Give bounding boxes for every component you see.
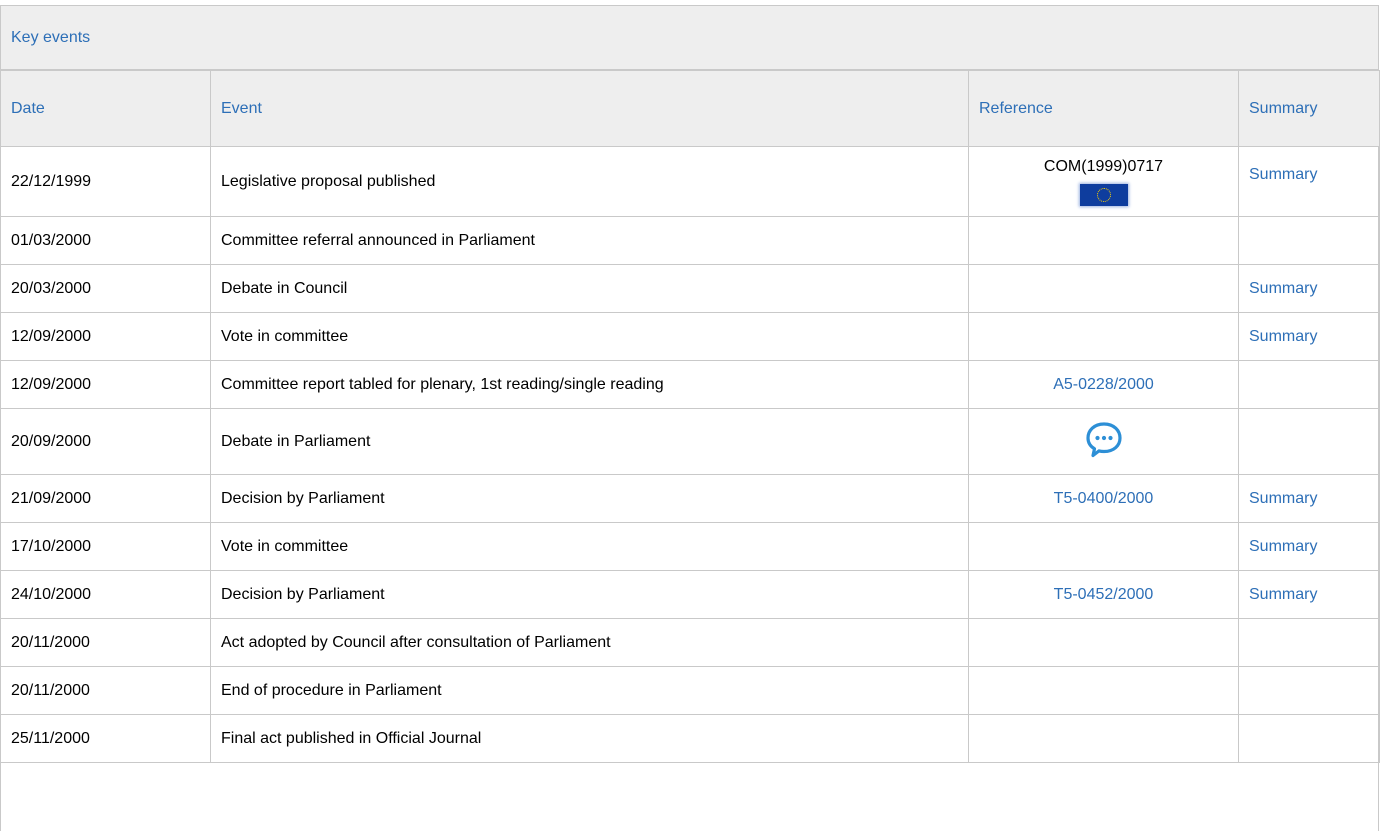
reference-cell: COM(1999)0717 (968, 146, 1239, 217)
reference-link[interactable]: T5-0400/2000 (1054, 490, 1154, 507)
table-row: 25/11/2000 Final act published in Offici… (0, 714, 1380, 763)
summary-cell: Summary (1238, 264, 1380, 313)
event-name: Debate in Council (210, 264, 969, 313)
event-date: 20/11/2000 (0, 618, 211, 667)
event-name: Vote in committee (210, 312, 969, 361)
reference-cell (968, 264, 1239, 313)
summary-cell: Summary (1238, 570, 1380, 619)
column-header-reference: Reference (968, 70, 1239, 147)
summary-cell (1238, 408, 1380, 475)
column-header-event: Event (210, 70, 969, 147)
summary-cell (1238, 666, 1380, 715)
summary-link[interactable]: Summary (1249, 538, 1317, 555)
event-name: Decision by Parliament (210, 570, 969, 619)
speech-bubble-icon[interactable] (1084, 419, 1124, 459)
summary-cell (1238, 714, 1380, 763)
summary-link[interactable]: Summary (1249, 490, 1317, 507)
reference-link[interactable]: A5-0228/2000 (1053, 376, 1154, 393)
event-date: 25/11/2000 (0, 714, 211, 763)
event-date: 01/03/2000 (0, 216, 211, 265)
reference-cell (968, 618, 1239, 667)
event-date: 20/03/2000 (0, 264, 211, 313)
reference-cell (968, 216, 1239, 265)
event-date: 21/09/2000 (0, 474, 211, 523)
event-date: 12/09/2000 (0, 312, 211, 361)
event-date: 22/12/1999 (0, 146, 211, 217)
summary-cell (1238, 618, 1380, 667)
event-date: 24/10/2000 (0, 570, 211, 619)
summary-cell (1238, 216, 1380, 265)
table-row: 21/09/2000 Decision by Parliament T5-040… (0, 474, 1380, 523)
event-name: End of procedure in Parliament (210, 666, 969, 715)
event-date: 20/09/2000 (0, 408, 211, 475)
event-name: Debate in Parliament (210, 408, 969, 475)
summary-link[interactable]: Summary (1249, 166, 1379, 184)
reference-cell: A5-0228/2000 (968, 360, 1239, 409)
event-date: 17/10/2000 (0, 522, 211, 571)
table-row: 12/09/2000 Vote in committee Summary (0, 312, 1380, 361)
table-row: 20/03/2000 Debate in Council Summary (0, 264, 1380, 313)
summary-cell: Summary (1238, 522, 1380, 571)
eu-flag-icon[interactable] (1079, 183, 1128, 206)
reference-cell: T5-0400/2000 (968, 474, 1239, 523)
event-name: Act adopted by Council after consultatio… (210, 618, 969, 667)
summary-cell: Summary (1238, 312, 1380, 361)
reference-cell (968, 312, 1239, 361)
table-header-row: Date Event Reference Summary (0, 70, 1380, 147)
summary-cell: Summary (1238, 474, 1380, 523)
summary-link[interactable]: Summary (1249, 586, 1317, 603)
key-events-panel: Key events Date Event Reference Summary … (0, 5, 1380, 831)
event-date: 12/09/2000 (0, 360, 211, 409)
table-row: 17/10/2000 Vote in committee Summary (0, 522, 1380, 571)
event-name: Vote in committee (210, 522, 969, 571)
summary-cell (1238, 360, 1380, 409)
summary-link[interactable]: Summary (1249, 280, 1317, 297)
reference-cell (968, 714, 1239, 763)
table-row: 20/11/2000 End of procedure in Parliamen… (0, 666, 1380, 715)
table-row: 24/10/2000 Decision by Parliament T5-045… (0, 570, 1380, 619)
table-row: 20/11/2000 Act adopted by Council after … (0, 618, 1380, 667)
reference-cell (968, 666, 1239, 715)
table-row: 01/03/2000 Committee referral announced … (0, 216, 1380, 265)
key-events-table: Date Event Reference Summary 22/12/1999 … (0, 70, 1380, 763)
reference-text: COM(1999)0717 (1043, 157, 1164, 175)
table-row: 20/09/2000 Debate in Parliament (0, 408, 1380, 475)
summary-link[interactable]: Summary (1249, 328, 1317, 345)
panel-header: Key events (1, 6, 1378, 70)
event-name: Final act published in Official Journal (210, 714, 969, 763)
reference-cell: T5-0452/2000 (968, 570, 1239, 619)
event-name: Committee referral announced in Parliame… (210, 216, 969, 265)
event-name: Decision by Parliament (210, 474, 969, 523)
column-header-summary: Summary (1238, 70, 1380, 147)
panel-title: Key events (11, 28, 91, 46)
event-name: Committee report tabled for plenary, 1st… (210, 360, 969, 409)
column-header-date: Date (0, 70, 211, 147)
reference-cell (968, 522, 1239, 571)
table-row: 12/09/2000 Committee report tabled for p… (0, 360, 1380, 409)
reference-link[interactable]: T5-0452/2000 (1054, 586, 1154, 603)
event-date: 20/11/2000 (0, 666, 211, 715)
event-name: Legislative proposal published (210, 146, 969, 217)
table-row: 22/12/1999 Legislative proposal publishe… (0, 146, 1380, 217)
reference-cell (968, 408, 1239, 475)
summary-cell: Summary (1238, 146, 1380, 217)
